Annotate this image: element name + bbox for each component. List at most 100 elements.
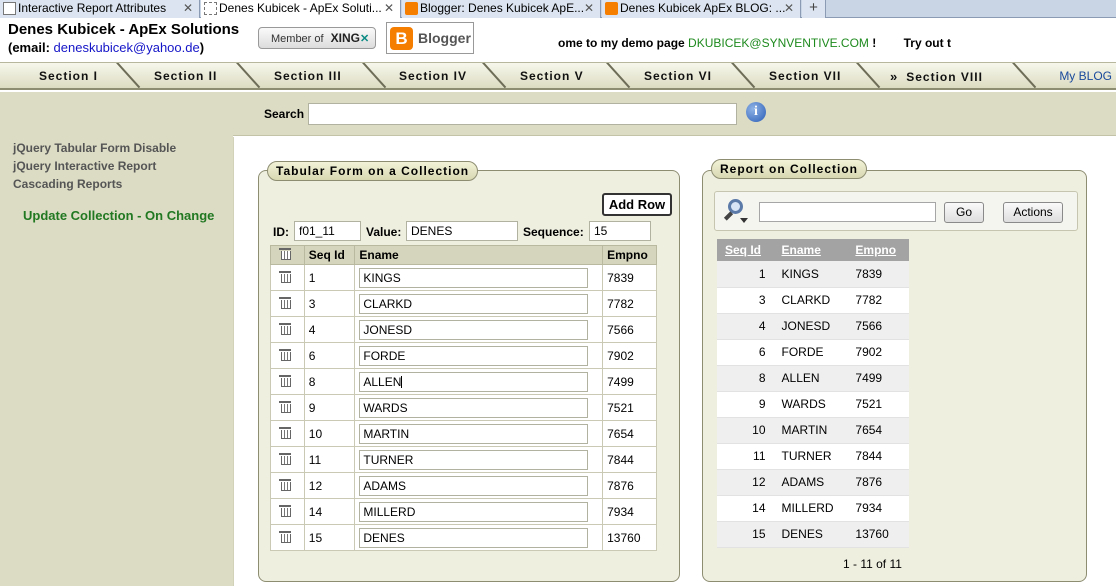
delete-row-cell[interactable] <box>270 342 305 369</box>
nav-section-4[interactable]: Section IV <box>399 69 467 83</box>
ename-input[interactable]: CLARKD <box>359 293 589 314</box>
close-icon[interactable]: ✕ <box>183 0 193 17</box>
trash-icon[interactable] <box>279 374 291 387</box>
ename-cell: FORDE <box>354 342 604 369</box>
id-field[interactable]: f01_11 <box>294 221 361 241</box>
trash-icon[interactable] <box>279 400 291 413</box>
blogger-badge[interactable]: B Blogger <box>386 22 474 54</box>
ename-input[interactable]: WARDS <box>359 397 589 418</box>
table-row: 6 FORDE 7902 <box>270 342 657 369</box>
delete-row-cell[interactable] <box>270 368 305 395</box>
nav-separator <box>362 63 387 88</box>
ename-input[interactable]: MARTIN <box>359 423 589 444</box>
new-tab-button[interactable]: + <box>802 0 826 18</box>
sidebar-link-active[interactable]: Update Collection - On Change <box>23 208 214 223</box>
trash-icon[interactable] <box>279 426 291 439</box>
close-icon[interactable]: ✕ <box>384 0 394 17</box>
nav-separator <box>236 63 261 88</box>
trash-icon[interactable] <box>279 296 291 309</box>
table-row: 9 WARDS 7521 <box>270 394 657 421</box>
report-search-input[interactable] <box>759 202 936 222</box>
search-column-menu-icon[interactable] <box>722 198 748 224</box>
ename-input[interactable]: ALLEN <box>359 371 589 392</box>
xing-member-badge[interactable]: Member of XING✕ <box>258 27 376 49</box>
magnifier-handle-icon <box>723 211 734 221</box>
report-header-empno[interactable]: Empno <box>847 239 909 261</box>
nav-section-2[interactable]: Section II <box>154 69 217 83</box>
email-link[interactable]: deneskubicek@yahoo.de <box>54 40 200 55</box>
trash-icon[interactable] <box>279 478 291 491</box>
ename-input[interactable]: TURNER <box>359 449 589 470</box>
ename-input[interactable]: KINGS <box>359 267 589 288</box>
ename-input[interactable]: FORDE <box>359 345 589 366</box>
browser-tab-blogger[interactable]: Blogger: Denes Kubicek ApE... ✕ <box>402 0 601 18</box>
go-button[interactable]: Go <box>944 202 984 223</box>
report-empno-cell: 7521 <box>847 391 909 418</box>
add-row-button[interactable]: Add Row <box>602 193 672 216</box>
nav-section-7[interactable]: Section VII <box>769 69 841 83</box>
close-icon[interactable]: ✕ <box>784 0 794 17</box>
close-icon[interactable]: ✕ <box>584 0 594 17</box>
delete-row-cell[interactable] <box>270 264 305 291</box>
search-label: Search <box>264 107 305 121</box>
seq-id-cell: 10 <box>303 420 356 447</box>
nav-section-8-label: Section VIII <box>906 70 983 84</box>
seq-id-cell: 4 <box>303 316 356 343</box>
ename-input[interactable]: DENES <box>359 527 589 548</box>
nav-separator <box>731 63 756 88</box>
report-row: 4 JONESD 7566 <box>717 313 909 340</box>
actions-button[interactable]: Actions <box>1003 202 1063 223</box>
report-seq-id-cell: 10 <box>717 417 774 444</box>
nav-section-1[interactable]: Section I <box>39 69 98 83</box>
trash-icon[interactable] <box>279 530 291 543</box>
site-title: Denes Kubicek - ApEx Solutions <box>8 21 240 38</box>
info-icon[interactable]: i <box>746 102 766 122</box>
sidebar-link-cascading-reports[interactable]: Cascading Reports <box>13 177 122 191</box>
ename-input[interactable]: MILLERD <box>359 501 589 522</box>
ename-input[interactable]: ADAMS <box>359 475 589 496</box>
nav-section-6[interactable]: Section VI <box>644 69 712 83</box>
sidebar-link-jquery-tabular-form[interactable]: jQuery Tabular Form Disable <box>13 141 176 155</box>
trash-icon[interactable] <box>279 504 291 517</box>
table-row: 8 ALLEN 7499 <box>270 368 657 395</box>
report-header-seq-id[interactable]: Seq Id <box>717 239 774 261</box>
ename-cell: CLARKD <box>354 290 604 317</box>
report-header-ename[interactable]: Ename <box>773 239 848 261</box>
report-row: 8 ALLEN 7499 <box>717 365 909 392</box>
delete-row-cell[interactable] <box>270 446 305 473</box>
my-blog-link[interactable]: My BLOG <box>1059 69 1112 83</box>
region-title: Report on Collection <box>711 159 867 179</box>
browser-tab-apex-blog[interactable]: Denes Kubicek ApEx BLOG: ... ✕ <box>602 0 801 18</box>
delete-row-cell[interactable] <box>270 394 305 421</box>
column-header-empno: Empno <box>602 245 657 265</box>
search-input[interactable] <box>308 103 737 125</box>
delete-row-cell[interactable] <box>270 316 305 343</box>
nav-section-8-current[interactable]: » Section VIII <box>890 69 983 84</box>
report-seq-id-cell: 1 <box>717 261 774 288</box>
trash-icon[interactable] <box>279 452 291 465</box>
ename-input[interactable]: JONESD <box>359 319 589 340</box>
trash-icon[interactable] <box>279 270 291 283</box>
browser-tab-interactive-report-attributes[interactable]: Interactive Report Attributes ✕ <box>0 0 200 18</box>
nav-section-5[interactable]: Section V <box>520 69 584 83</box>
value-field[interactable]: DENES <box>406 221 518 241</box>
report-seq-id-cell: 12 <box>717 469 774 496</box>
delete-row-cell[interactable] <box>270 420 305 447</box>
delete-row-cell[interactable] <box>270 498 305 525</box>
report-seq-id-cell: 9 <box>717 391 774 418</box>
browser-tab-denes-kubicek[interactable]: Denes Kubicek - ApEx Soluti... ✕ <box>201 0 401 18</box>
trash-icon[interactable] <box>279 322 291 335</box>
delete-row-cell[interactable] <box>270 290 305 317</box>
trash-icon[interactable] <box>279 348 291 361</box>
nav-section-3[interactable]: Section III <box>274 69 342 83</box>
sidebar-link-jquery-interactive-report[interactable]: jQuery Interactive Report <box>13 159 156 173</box>
report-empno-cell: 13760 <box>847 521 909 548</box>
column-header-seq-id: Seq Id <box>303 245 356 265</box>
column-header-ename: Ename <box>354 245 604 265</box>
delete-row-cell[interactable] <box>270 472 305 499</box>
sequence-field[interactable]: 15 <box>589 221 651 241</box>
ename-cell: KINGS <box>354 264 604 291</box>
delete-row-cell[interactable] <box>270 524 305 551</box>
report-ename-cell: ADAMS <box>773 469 848 496</box>
marquee-text: ome to my demo page <box>558 36 685 50</box>
